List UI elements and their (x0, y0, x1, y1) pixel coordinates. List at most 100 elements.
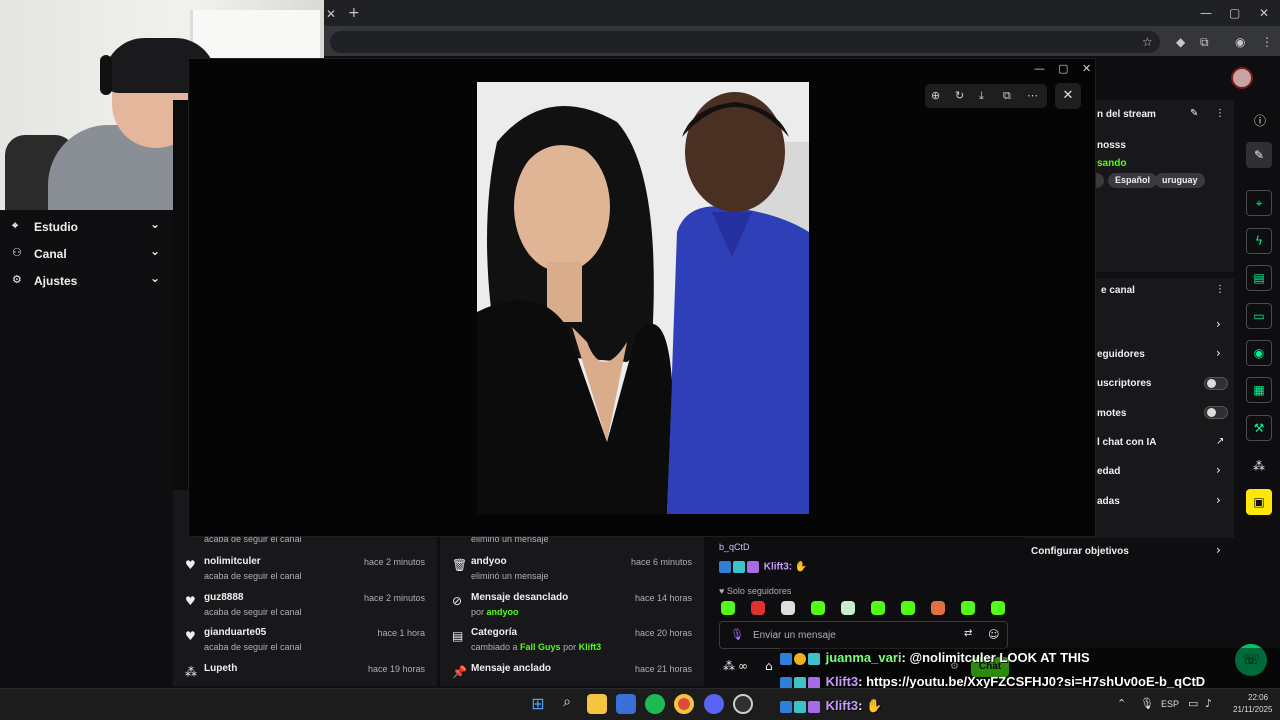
list-item: ♥ gianduarte05 acaba de seguir el canal … (185, 627, 425, 652)
chevron-down-icon: ⌄ (149, 271, 160, 285)
close-window-icon[interactable]: ✕ (1259, 6, 1269, 20)
badge-icon (808, 700, 820, 713)
chat-input-placeholder: Enviar un mensaje (753, 630, 836, 641)
configure-goals-link[interactable]: Configurar objetivos (1031, 546, 1129, 557)
trash-icon: 🗑 (452, 558, 468, 572)
chevron-right-icon[interactable]: › (1216, 543, 1221, 557)
subscribers-only-toggle[interactable] (1204, 377, 1228, 390)
emote-icon[interactable] (961, 601, 975, 615)
emote-icon[interactable] (991, 601, 1005, 615)
emote-icon[interactable] (781, 601, 795, 615)
list-item: ⊘ Mensaje desanclado por andyoo hace 14 … (452, 592, 692, 617)
new-tab-button[interactable]: + (348, 5, 360, 21)
list-item: ♥ nolimitculer acaba de seguir el canal … (185, 556, 425, 581)
chevron-right-icon[interactable]: › (1216, 463, 1221, 477)
list-item: ♥ guz8888 acaba de seguir el canal hace … (185, 592, 425, 617)
bookmark-star-icon[interactable]: ☆ (1142, 35, 1153, 49)
profile-icon[interactable]: ◉ (1235, 35, 1245, 49)
close-tab-icon[interactable]: ✕ (326, 7, 336, 21)
start-menu-icon[interactable]: ⊞ (528, 694, 548, 714)
list-item: ▤ Categoría cambiado a Fall Guys por Kli… (452, 627, 692, 652)
more-icon[interactable]: ⋮ (1215, 284, 1225, 295)
layout-icon[interactable]: ▦ (1246, 377, 1272, 403)
lightning-icon[interactable]: ϟ (1246, 228, 1272, 254)
emotes-only-toggle[interactable] (1204, 406, 1228, 419)
spotify-icon[interactable] (645, 694, 665, 714)
chevron-right-icon[interactable]: › (1216, 317, 1221, 331)
microphone-icon[interactable]: 🎙 (730, 628, 744, 641)
discord-icon[interactable] (704, 694, 724, 714)
badge-icon (747, 561, 759, 573)
minimize-window-icon[interactable]: — (1034, 62, 1045, 75)
more-icon[interactable]: ⋯ (1027, 89, 1038, 102)
emote-icon[interactable] (811, 601, 825, 615)
obs-icon[interactable] (733, 694, 753, 714)
badge-icon (733, 561, 745, 573)
minimize-window-icon[interactable]: — (1200, 6, 1212, 20)
info-icon[interactable]: ⓘ (1254, 112, 1266, 129)
community-icon: ⁂ (185, 665, 197, 679)
store-icon[interactable]: ⌂ (765, 659, 773, 673)
close-window-icon[interactable]: ✕ (1082, 62, 1091, 75)
chat-input[interactable]: 🎙 Enviar un mensaje ⇄ ☺ (719, 621, 1008, 649)
chevron-down-icon: ⌄ (149, 244, 160, 258)
emote-icon[interactable] (901, 601, 915, 615)
list-item: 📌 Mensaje anclado hace 21 horas (452, 663, 692, 679)
viewer-close-button[interactable]: ✕ (1055, 83, 1081, 109)
channel-row-seguidores[interactable]: eguidores (1097, 349, 1145, 360)
community-icon[interactable]: ⁂ (723, 659, 735, 673)
chevron-right-icon[interactable]: › (1216, 346, 1221, 360)
chrome-icon[interactable] (674, 694, 694, 714)
channel-row-adas[interactable]: adas (1097, 496, 1120, 507)
emote-icon[interactable] (931, 601, 945, 615)
more-icon[interactable]: ⋮ (1215, 108, 1225, 119)
channel-row-edad[interactable]: edad (1097, 466, 1120, 477)
broadcast-icon[interactable]: ◉ (1246, 340, 1272, 366)
search-icon[interactable]: ⌕ (557, 694, 577, 714)
extensions-puzzle-icon[interactable]: ⧉ (1200, 35, 1209, 50)
translate-icon[interactable]: ⇄ (964, 628, 972, 639)
emoji-icon[interactable]: ☺ (988, 628, 999, 641)
maximize-window-icon[interactable]: ▢ (1229, 6, 1240, 20)
clip-icon[interactable]: ▣ (1246, 489, 1272, 515)
chevron-right-icon[interactable]: › (1216, 493, 1221, 507)
channel-row-chat-ia[interactable]: l chat con IA (1097, 437, 1156, 448)
sidebar-item-canal[interactable]: ⚇ Canal ⌄ (12, 244, 162, 264)
address-bar[interactable] (330, 31, 1160, 53)
emote-icon[interactable] (841, 601, 855, 615)
avatar[interactable] (1231, 67, 1253, 89)
tag-espanol: Español (1108, 173, 1158, 188)
edit-icon[interactable]: ✎ (1190, 108, 1198, 119)
external-link-icon[interactable]: ↗ (1216, 436, 1224, 447)
list-item: 🗑 andyoo eliminó un mensaje hace 6 minut… (452, 556, 692, 581)
sidebar-item-ajustes[interactable]: ⚙ Ajustes ⌄ (12, 271, 162, 291)
chat-message: Klift3: ✋ (719, 561, 807, 573)
emote-icon[interactable] (751, 601, 765, 615)
badge-icon (780, 700, 792, 713)
browser-menu-icon[interactable]: ⋮ (1261, 35, 1273, 49)
infinity-icon[interactable]: ∞ (738, 659, 748, 673)
chat-link-fragment[interactable]: b_qCtD (719, 542, 750, 552)
zoom-in-icon[interactable]: ⊕ (931, 89, 940, 102)
open-external-icon[interactable]: ⧉ (1003, 89, 1011, 103)
file-explorer-icon[interactable] (587, 694, 607, 714)
chevron-down-icon: ⌄ (149, 217, 160, 231)
emote-icon[interactable] (871, 601, 885, 615)
viewer-photo (477, 82, 809, 514)
store-icon[interactable] (616, 694, 636, 714)
photo-image (477, 82, 809, 514)
target-icon[interactable]: ⌖ (1246, 190, 1272, 216)
extension-icon[interactable]: ◆ (1176, 35, 1185, 49)
emote-icon: ✋ (866, 698, 883, 713)
document-icon[interactable]: ▤ (1246, 265, 1272, 291)
community-icon[interactable]: ⁂ (1253, 459, 1265, 473)
rotate-icon[interactable]: ↻ (955, 89, 964, 102)
download-icon[interactable]: ⤓ (979, 89, 984, 103)
sidebar-item-estudio[interactable]: ⌖ Estudio ⌄ (12, 217, 162, 237)
heart-icon: ♥ (719, 586, 725, 596)
edit-icon[interactable]: ✎ (1246, 142, 1272, 168)
wrench-icon[interactable]: ⚒ (1246, 415, 1272, 441)
emote-icon[interactable] (721, 601, 735, 615)
chat-icon[interactable]: ▭ (1246, 303, 1272, 329)
maximize-window-icon[interactable]: ▢ (1058, 62, 1068, 75)
